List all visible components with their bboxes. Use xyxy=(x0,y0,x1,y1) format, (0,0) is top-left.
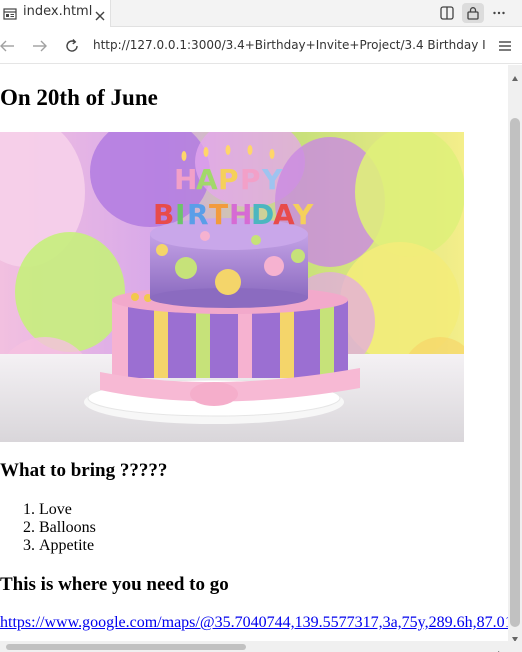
list-item: 3. Appetite xyxy=(23,537,95,554)
svg-text:I: I xyxy=(175,198,185,231)
close-icon[interactable] xyxy=(94,7,106,21)
horizontal-scrollbar[interactable] xyxy=(0,641,508,652)
scroll-up-icon[interactable] xyxy=(511,68,519,81)
reload-icon[interactable] xyxy=(63,37,81,55)
svg-text:H: H xyxy=(229,198,252,231)
list-item: 2. Balloons xyxy=(23,519,96,536)
tab-title: index.html xyxy=(23,4,93,19)
map-link[interactable]: https://www.google.com/maps/@35.7040744,… xyxy=(0,614,508,632)
forward-arrow-icon[interactable] xyxy=(30,37,48,55)
svg-text:A: A xyxy=(273,198,295,231)
more-icon[interactable] xyxy=(488,3,510,23)
page-viewport: On 20th of June H A P P Y B I R T H D A … xyxy=(0,65,508,641)
svg-text:Y: Y xyxy=(261,163,283,196)
svg-text:B: B xyxy=(153,198,174,231)
vertical-scrollbar[interactable] xyxy=(508,65,522,642)
tab-index-html[interactable]: index.html xyxy=(0,0,111,27)
split-view-icon[interactable] xyxy=(436,3,458,23)
horizontal-scroll-thumb[interactable] xyxy=(6,644,246,650)
svg-text:Y: Y xyxy=(292,198,314,231)
back-arrow-icon[interactable] xyxy=(0,37,17,55)
menu-icon[interactable] xyxy=(497,38,513,54)
scrollbar-corner xyxy=(508,641,522,652)
svg-text:R: R xyxy=(187,198,209,231)
scroll-right-icon[interactable] xyxy=(496,643,504,652)
page-title: On 20th of June xyxy=(0,85,158,110)
svg-text:D: D xyxy=(251,198,274,231)
tab-bar: index.html xyxy=(0,0,522,27)
svg-text:T: T xyxy=(209,198,228,231)
svg-text:P: P xyxy=(240,163,261,196)
svg-text:H: H xyxy=(174,163,197,196)
navigation-bar: http://127.0.0.1:3000/3.4+Birthday+Invit… xyxy=(0,28,522,64)
page-icon xyxy=(3,6,17,20)
vertical-scroll-thumb[interactable] xyxy=(510,118,520,627)
svg-text:A: A xyxy=(196,163,218,196)
bring-list: 1. Love 2. Balloons 3. Appetite xyxy=(0,501,300,555)
lock-icon[interactable] xyxy=(462,3,484,23)
address-bar[interactable]: http://127.0.0.1:3000/3.4+Birthday+Invit… xyxy=(93,38,485,56)
scroll-down-icon[interactable] xyxy=(511,628,519,642)
svg-text:P: P xyxy=(218,163,239,196)
birthday-cake-image: H A P P Y B I R T H D A Y xyxy=(0,132,464,442)
directions-heading: This is where you need to go xyxy=(0,574,229,595)
list-item: 1. Love xyxy=(23,501,72,518)
what-to-bring-heading: What to bring ????? xyxy=(0,460,168,481)
